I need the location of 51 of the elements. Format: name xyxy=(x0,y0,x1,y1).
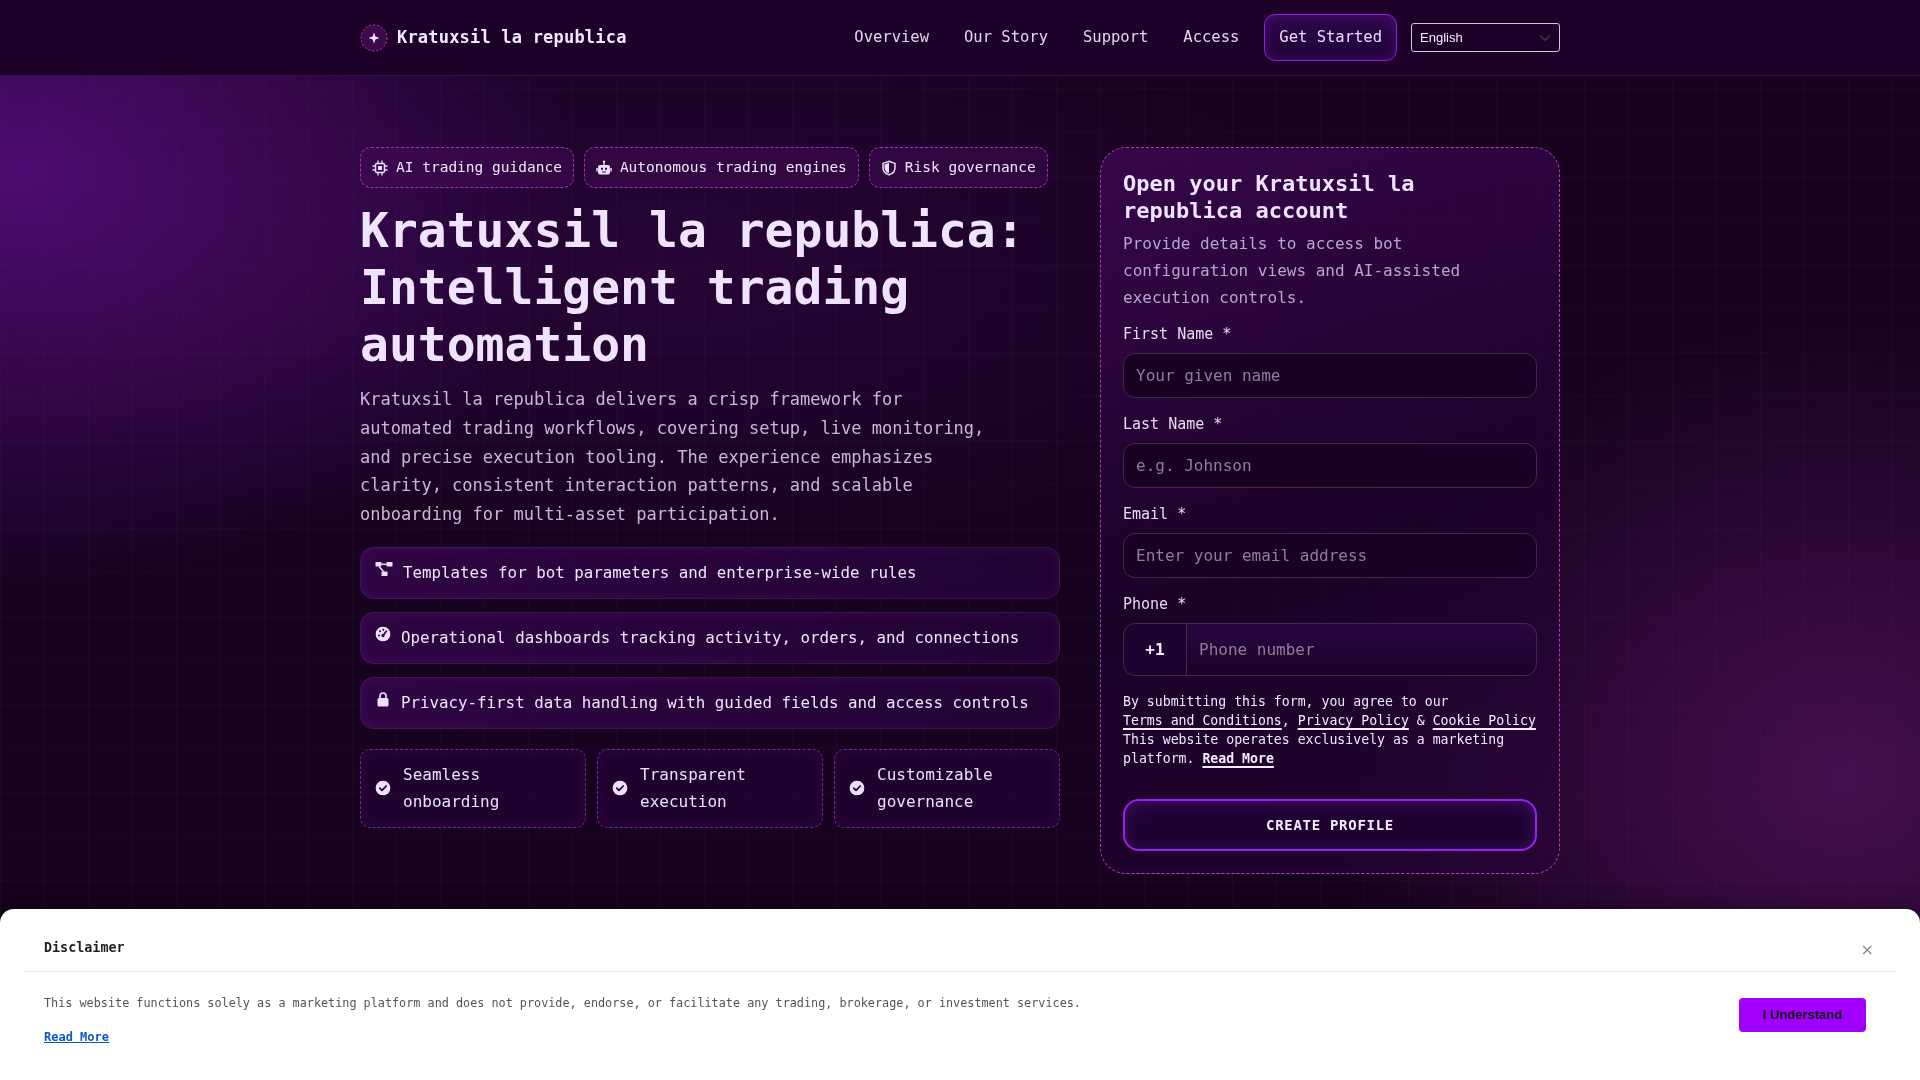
diagram-icon xyxy=(375,561,393,577)
sparkle-icon xyxy=(360,23,388,52)
policy-link[interactable]: Terms and Conditions xyxy=(1123,713,1282,728)
check-circle-icon xyxy=(849,780,865,797)
field-label: Phone * xyxy=(1123,594,1188,614)
feature-text: Operational dashboards tracking activity, orders, and connections xyxy=(401,627,1020,649)
policy-link[interactable]: Cookie Policy xyxy=(1432,713,1536,728)
understand-button[interactable]: I Understand xyxy=(1739,998,1866,1032)
language-select[interactable]: English xyxy=(1411,23,1560,52)
nav-link[interactable]: Our Story xyxy=(964,25,1048,50)
form-subtitle: Provide details to access bot configuration views and AI-assisted execution controls. xyxy=(1123,233,1462,309)
robot-icon xyxy=(595,159,612,176)
highlight-text: Transparent execution xyxy=(640,764,747,814)
email-input[interactable]: Enter your email address xyxy=(1123,533,1537,578)
brand-link[interactable]: Kratuxsil la republica xyxy=(360,23,627,52)
highlight-text: Seamless onboarding xyxy=(403,764,501,814)
nav-link[interactable]: Support xyxy=(1083,25,1149,50)
tag-label: Autonomous trading engines xyxy=(619,157,847,177)
hero-description: Kratuxsil la republica delivers a crisp framework for automated trading workflows, covering setup, live monitoring, and precise execution tooling. The experience emphasizes clarity, consistent interaction patterns, and scalable onboarding for multi-asset participation. xyxy=(360,388,986,527)
notice-text: This website operates exclusively as a marketing platform. Read More xyxy=(1123,731,1506,768)
highlight-text: Customizable governance xyxy=(877,764,994,814)
check-circle-icon xyxy=(612,780,628,797)
gauge-icon xyxy=(375,626,391,642)
phone-input[interactable]: Phone number xyxy=(1186,623,1537,676)
lock-icon xyxy=(375,691,391,707)
disclaimer-title: Disclaimer xyxy=(44,938,125,957)
tag-label: AI trading guidance xyxy=(396,157,562,177)
form-title: Open your Kratuxsil la republica account xyxy=(1123,170,1416,224)
check-circle-icon xyxy=(375,780,391,797)
read-more-link[interactable]: Read More xyxy=(1202,751,1274,766)
field-label: First Name * xyxy=(1123,324,1233,344)
tag-label: Risk governance xyxy=(904,157,1036,177)
feature-text: Templates for bot parameters and enterprise-wide rules xyxy=(403,562,917,584)
disclaimer-text: This website functions solely as a marketing platform and does not provide, endorse, or facilitate any trading, brokerage, or investment services. xyxy=(44,995,1081,1012)
chip-icon xyxy=(372,159,388,176)
policy-link[interactable]: Privacy Policy xyxy=(1297,713,1409,728)
close-button[interactable]: × xyxy=(1858,942,1876,958)
read-more-link[interactable]: Read More xyxy=(44,1030,110,1044)
text-input[interactable]: Your given name xyxy=(1123,353,1537,398)
hero-heading: Kratuxsil la republica: Intelligent trading automation xyxy=(360,202,1026,373)
nav-link[interactable]: Access xyxy=(1183,25,1240,50)
get-started-button[interactable]: Get Started xyxy=(1264,14,1397,61)
field-label: Email * xyxy=(1123,504,1188,524)
feature-text: Privacy-first data handling with guided fields and access controls xyxy=(401,692,1029,714)
field-label: Last Name * xyxy=(1123,414,1224,434)
shield-icon xyxy=(880,159,897,176)
create-profile-button[interactable]: CREATE PROFILE xyxy=(1123,799,1537,851)
country-code: +1 xyxy=(1123,623,1187,676)
text-input[interactable]: e.g. Johnson xyxy=(1123,443,1537,488)
consent-text: By submitting this form, you agree to our Terms and Conditions, Privacy Policy & Cookie Policy xyxy=(1123,693,1537,730)
nav-link[interactable]: Overview xyxy=(854,25,929,50)
